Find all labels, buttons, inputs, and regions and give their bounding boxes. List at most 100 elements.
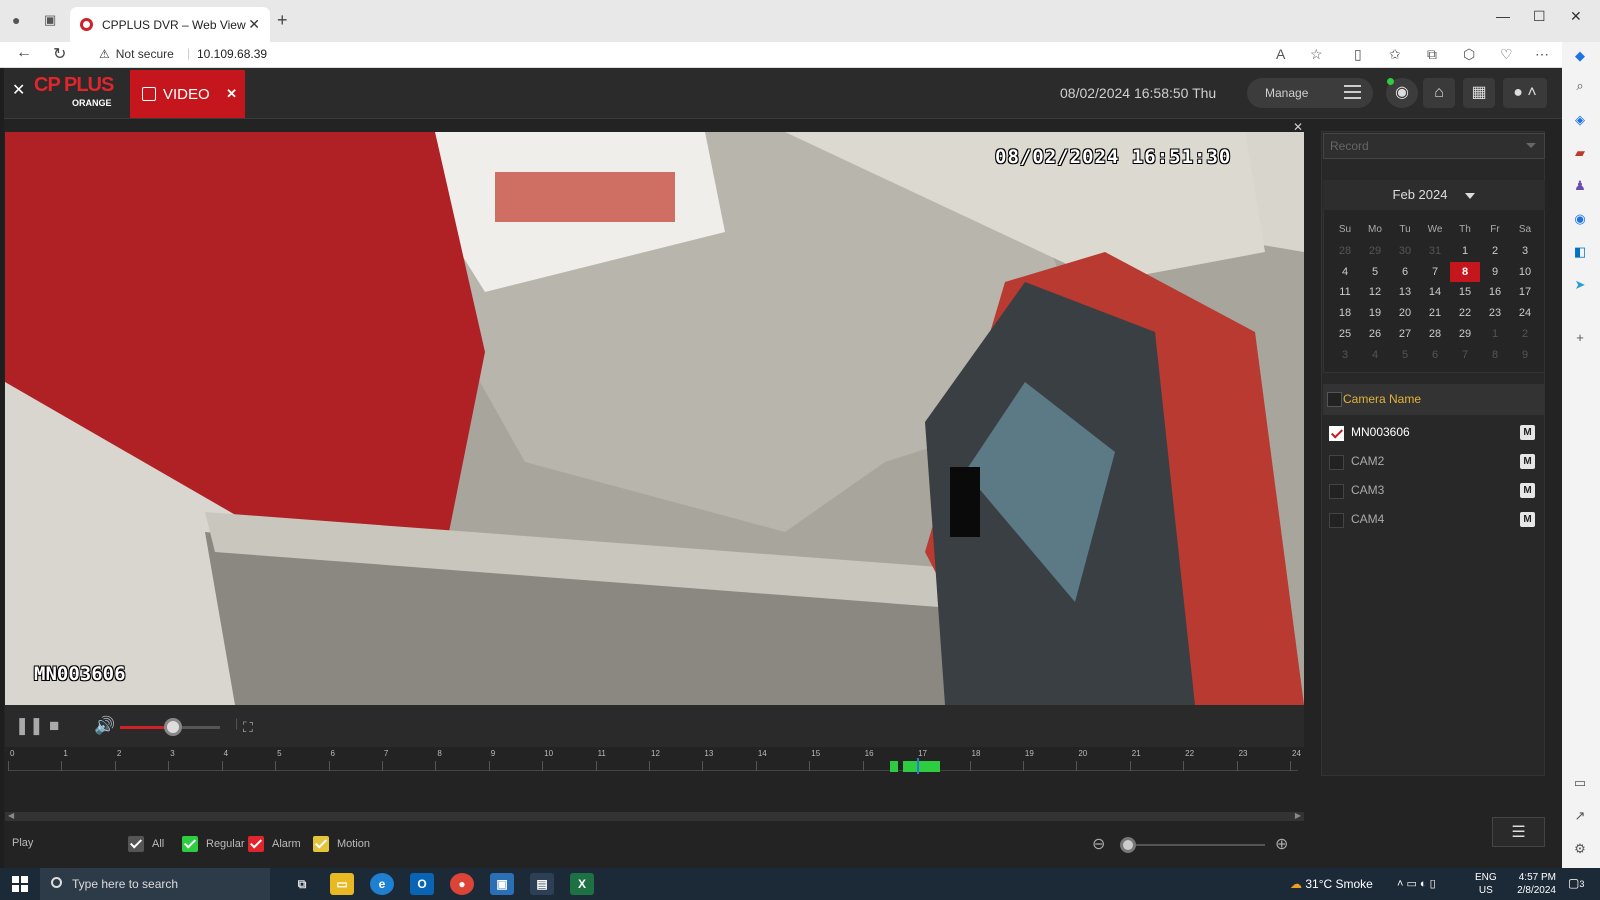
alarm-checkbox[interactable] (248, 836, 264, 852)
camera-row[interactable]: MN003606 M (1323, 418, 1545, 447)
calendar-day[interactable]: 6 (1390, 262, 1420, 283)
regular-checkbox[interactable] (182, 836, 198, 852)
video-feed[interactable] (5, 132, 1304, 705)
calendar-day[interactable]: 6 (1420, 345, 1450, 366)
calendar-day[interactable]: 18 (1330, 303, 1360, 324)
close-video-tab-icon[interactable]: ✕ (226, 86, 237, 102)
legend-all[interactable]: All (128, 836, 164, 852)
calendar-day[interactable]: 12 (1360, 282, 1390, 303)
camera-checkbox[interactable] (1329, 426, 1344, 441)
main-stream-badge[interactable]: M (1520, 512, 1535, 527)
main-stream-badge[interactable]: M (1520, 483, 1535, 498)
sidebar-layout-icon[interactable]: ▭ (1572, 775, 1588, 790)
calendar-day[interactable]: 29 (1360, 241, 1390, 262)
home-button[interactable]: ⌂ (1423, 78, 1455, 108)
calendar-day[interactable]: 16 (1480, 282, 1510, 303)
calendar-day[interactable]: 8 (1480, 345, 1510, 366)
motion-checkbox[interactable] (313, 836, 329, 852)
zoom-in-icon[interactable]: ⊕ (1275, 834, 1288, 854)
task-view-icon[interactable]: ⧉ (290, 873, 314, 895)
office-icon[interactable]: ◉ (1572, 211, 1588, 226)
calendar-day[interactable]: 14 (1420, 282, 1450, 303)
legend-alarm[interactable]: Alarm (248, 836, 301, 852)
volume-icon[interactable]: 🔊 (94, 716, 115, 736)
manage-button[interactable]: Manage (1247, 78, 1373, 108)
browser-essentials-icon[interactable]: ♡ (1500, 46, 1513, 63)
camera-row[interactable]: CAM2 M (1323, 447, 1545, 476)
calendar-day[interactable]: 8 (1450, 261, 1480, 283)
close-tab-icon[interactable]: ✕ (248, 16, 260, 33)
playhead[interactable] (917, 758, 919, 774)
zoom-knob[interactable] (1120, 837, 1136, 853)
legend-motion[interactable]: Motion (313, 836, 370, 852)
windows-start-icon[interactable] (12, 876, 28, 892)
layout-button[interactable]: ▦ (1463, 78, 1495, 108)
not-secure-indicator[interactable]: ⚠ Not secure (99, 47, 174, 61)
calendar-day[interactable]: 22 (1450, 303, 1480, 324)
close-window-icon[interactable]: ✕ (1570, 8, 1582, 25)
extensions-icon[interactable]: ⬡ (1463, 46, 1475, 63)
zoom-slider[interactable] (1130, 844, 1265, 846)
calendar-day[interactable]: 20 (1390, 303, 1420, 324)
all-checkbox[interactable] (128, 836, 144, 852)
calendar-month-select[interactable]: Feb 2024 (1323, 180, 1545, 210)
calendar-day[interactable]: 27 (1390, 324, 1420, 345)
back-icon[interactable]: ← (16, 44, 32, 62)
file-explorer-icon[interactable]: ▭ (330, 873, 354, 895)
more-icon[interactable]: ⋯ (1535, 46, 1549, 63)
outlook-icon[interactable]: ◧ (1572, 244, 1588, 259)
calendar-day[interactable]: 1 (1450, 241, 1480, 262)
legend-regular[interactable]: Regular (182, 836, 245, 852)
stop-icon[interactable]: ■ (49, 716, 59, 736)
calendar-day[interactable]: 26 (1360, 324, 1390, 345)
zoom-out-icon[interactable]: ⊖ (1092, 834, 1105, 854)
calendar-day[interactable]: 3 (1510, 241, 1540, 262)
calendar-day[interactable]: 28 (1420, 324, 1450, 345)
calendar-day[interactable]: 15 (1450, 282, 1480, 303)
calendar-day[interactable]: 5 (1360, 262, 1390, 283)
recording-segment[interactable] (903, 761, 940, 772)
calendar-day[interactable]: 17 (1510, 282, 1540, 303)
scroll-left-icon[interactable]: ◀ (8, 811, 14, 820)
camera-row[interactable]: CAM3 M (1323, 476, 1545, 505)
taskbar-clock[interactable]: 4:57 PM 2/8/2024 (1516, 871, 1556, 897)
calendar-day[interactable]: 5 (1390, 345, 1420, 366)
calendar-day[interactable]: 23 (1480, 303, 1510, 324)
camera-checkbox[interactable] (1329, 513, 1344, 528)
new-tab-icon[interactable]: + (277, 10, 288, 31)
profile-icon[interactable]: ● (12, 12, 20, 28)
split-screen-icon[interactable]: ▯ (1354, 46, 1362, 63)
games-icon[interactable]: ♟ (1572, 178, 1588, 193)
calendar-day[interactable]: 29 (1450, 324, 1480, 345)
user-button[interactable]: ● ˄ (1503, 78, 1547, 108)
scroll-right-icon[interactable]: ▶ (1295, 811, 1301, 820)
read-aloud-icon[interactable]: A (1276, 46, 1285, 62)
tab-actions-icon[interactable]: ▣ (44, 12, 56, 28)
sidebar-settings-icon[interactable]: ⚙ (1572, 841, 1588, 856)
fullscreen-icon[interactable]: ⛶ (243, 719, 253, 736)
calendar-day[interactable]: 30 (1390, 241, 1420, 262)
app-icon[interactable]: ▣ (490, 873, 514, 895)
calendar-day[interactable]: 9 (1510, 345, 1540, 366)
taskbar-search[interactable]: Type here to search (40, 868, 270, 900)
calendar-day[interactable]: 4 (1330, 262, 1360, 283)
volume-knob[interactable] (164, 718, 182, 736)
record-type-select[interactable]: Record (1323, 133, 1545, 159)
minimize-icon[interactable]: — (1496, 8, 1510, 24)
add-sidebar-icon[interactable]: + (1572, 330, 1588, 345)
send-icon[interactable]: ➤ (1572, 277, 1588, 292)
app-icon-2[interactable]: ▤ (530, 873, 554, 895)
timeline-scrollbar[interactable]: ◀ ▶ (5, 811, 1304, 821)
chrome-icon[interactable]: ● (450, 873, 474, 895)
camera-row[interactable]: CAM4 M (1323, 505, 1545, 534)
timeline-ruler[interactable]: 0 1 2 3 4 5 6 7 8 9 10 11 12 13 14 15 16 17 18 19 20 21 22 23 24 (8, 749, 1301, 771)
recording-segment[interactable] (890, 761, 898, 772)
calendar-day[interactable]: 3 (1330, 345, 1360, 366)
edge-icon[interactable]: e (370, 873, 394, 895)
favorites-icon[interactable]: ✩ (1389, 46, 1401, 63)
pause-icon[interactable]: ❚❚ (15, 716, 44, 736)
maximize-icon[interactable]: ☐ (1533, 8, 1546, 25)
calendar-day[interactable]: 21 (1420, 303, 1450, 324)
main-stream-badge[interactable]: M (1520, 454, 1535, 469)
calendar-day[interactable]: 13 (1390, 282, 1420, 303)
